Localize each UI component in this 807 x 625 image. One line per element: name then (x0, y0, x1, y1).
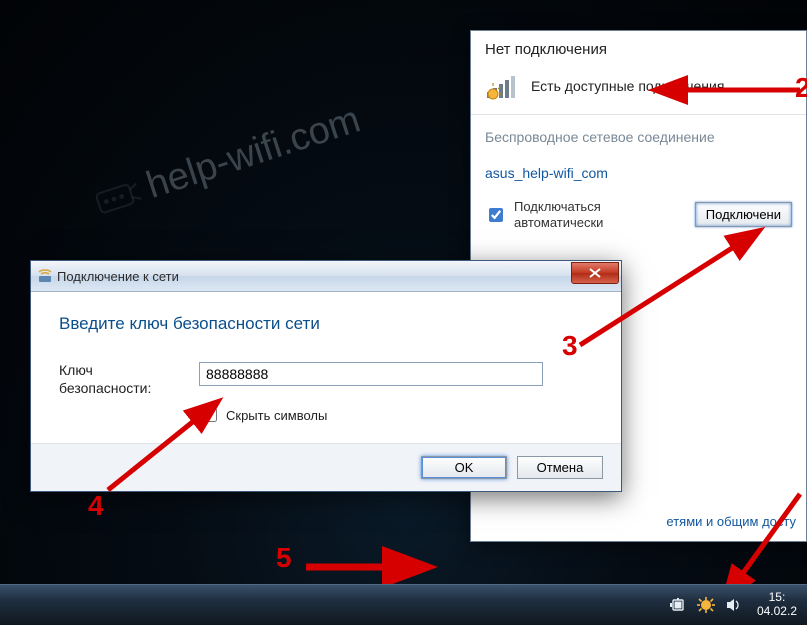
tray-icons (669, 597, 751, 613)
clock-time: 15: (757, 591, 797, 605)
taskbar-clock[interactable]: 15: 04.02.2 (751, 591, 803, 619)
network-tray-icon[interactable] (697, 597, 715, 613)
close-button[interactable] (571, 262, 619, 284)
close-icon (589, 268, 601, 278)
auto-connect-checkbox[interactable] (489, 208, 503, 222)
network-header: Нет подключения (471, 31, 806, 66)
signal-sun-icon (485, 72, 519, 100)
network-section-heading: Беспроводное сетевое соединение (471, 115, 806, 155)
dialog-titlebar[interactable]: Подключение к сети (31, 261, 621, 292)
ok-button[interactable]: OK (421, 456, 507, 479)
network-status-text: Есть доступные подключения (531, 78, 724, 94)
network-item[interactable]: asus_help-wifi_com (471, 155, 806, 187)
clock-date: 04.02.2 (757, 605, 797, 619)
dialog-button-row: OK Отмена (31, 443, 621, 491)
connect-button[interactable]: Подключени (695, 202, 792, 227)
battery-icon[interactable] (669, 597, 687, 613)
cancel-button[interactable]: Отмена (517, 456, 603, 479)
taskbar: 15: 04.02.2 (0, 584, 807, 625)
watermark: help-wifi.com (90, 98, 366, 224)
dialog-heading: Введите ключ безопасности сети (59, 314, 593, 334)
dialog-title: Подключение к сети (53, 269, 571, 284)
dialog-app-icon (37, 268, 53, 284)
dialog-body: Введите ключ безопасности сети Ключ безо… (31, 292, 621, 443)
hide-characters-row: Скрыть символы (199, 405, 593, 425)
hide-characters-label: Скрыть символы (226, 408, 327, 423)
security-key-input[interactable] (199, 362, 543, 386)
network-auto-row: Подключаться автоматически Подключени (471, 187, 806, 242)
callout-4: 4 (88, 490, 104, 522)
key-row: Ключ безопасности: (59, 362, 593, 397)
auto-connect-label: Подключаться автоматически (514, 199, 687, 230)
key-label: Ключ безопасности: (59, 362, 179, 397)
desktop: help-wifi.com help-wifi.com Нет подключе… (0, 0, 807, 625)
hide-characters-checkbox[interactable] (203, 408, 217, 422)
network-footer-link[interactable]: етями и общим досту (471, 514, 806, 529)
connect-dialog: Подключение к сети Введите ключ безопасн… (30, 260, 622, 492)
network-status-row: Есть доступные подключения (471, 66, 806, 114)
callout-5: 5 (276, 542, 292, 574)
volume-icon[interactable] (725, 597, 743, 613)
